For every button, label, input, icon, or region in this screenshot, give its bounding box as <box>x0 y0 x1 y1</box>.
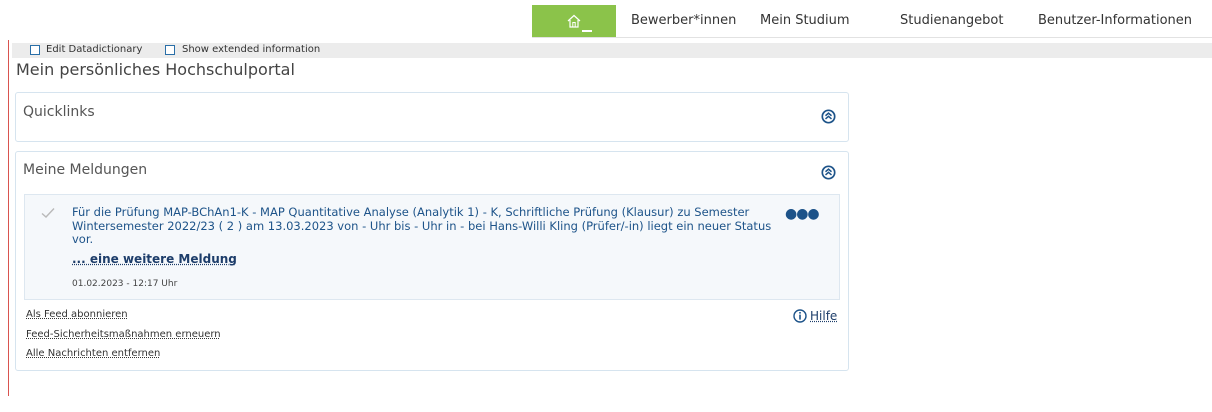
info-icon <box>793 309 807 323</box>
help-button[interactable]: Hilfe <box>793 309 837 323</box>
nav-item-bewerber[interactable]: Bewerber*innen <box>631 13 736 28</box>
left-accent-line <box>8 40 9 396</box>
home-active-indicator <box>582 30 592 32</box>
message-item: Für die Prüfung MAP-BChAn1-K - MAP Quant… <box>24 194 840 300</box>
debug-toolbar: Edit Datadictionary Show extended inform… <box>12 43 1212 58</box>
nav-item-benutzer-informationen[interactable]: Benutzer-Informationen <box>1038 13 1192 28</box>
edit-datadictionary-checkbox[interactable] <box>30 45 40 55</box>
nav-item-mein-studium[interactable]: Mein Studium <box>760 13 850 28</box>
checkmark-icon <box>41 208 55 218</box>
home-icon <box>567 14 581 28</box>
message-timestamp: 01.02.2023 - 12:17 Uhr <box>72 279 178 289</box>
remove-all-messages-link[interactable]: Alle Nachrichten entfernen <box>26 348 160 359</box>
show-extended-information-label: Show extended information <box>182 44 321 55</box>
collapse-meldungen-icon[interactable] <box>821 165 836 180</box>
help-label: Hilfe <box>810 309 838 323</box>
subscribe-feed-link[interactable]: Als Feed abonnieren <box>26 309 128 320</box>
more-dots-icon[interactable]: ●●● <box>785 206 820 222</box>
meldungen-title: Meine Meldungen <box>23 162 148 178</box>
meldungen-panel: Meine Meldungen Für die Prüfung MAP-BChA… <box>15 151 849 371</box>
renew-feed-security-link[interactable]: Feed-Sicherheitsmaßnahmen erneuern <box>26 329 221 340</box>
message-text: Für die Prüfung MAP-BChAn1-K - MAP Quant… <box>72 205 772 246</box>
home-button[interactable] <box>532 5 616 37</box>
nav-item-studienangebot[interactable]: Studienangebot <box>900 13 1003 28</box>
quicklinks-panel: Quicklinks <box>15 92 849 142</box>
edit-datadictionary-label: Edit Datadictionary <box>46 44 143 55</box>
top-navigation: Bewerber*innen Mein Studium Studienangeb… <box>0 0 1212 40</box>
show-extended-information-checkbox[interactable] <box>165 45 175 55</box>
page-title: Mein persönliches Hochschulportal <box>16 60 295 79</box>
collapse-quicklinks-icon[interactable] <box>821 109 836 124</box>
quicklinks-title: Quicklinks <box>23 104 95 120</box>
more-messages-link[interactable]: ... eine weitere Meldung <box>72 252 237 266</box>
nav-divider <box>532 37 1212 38</box>
